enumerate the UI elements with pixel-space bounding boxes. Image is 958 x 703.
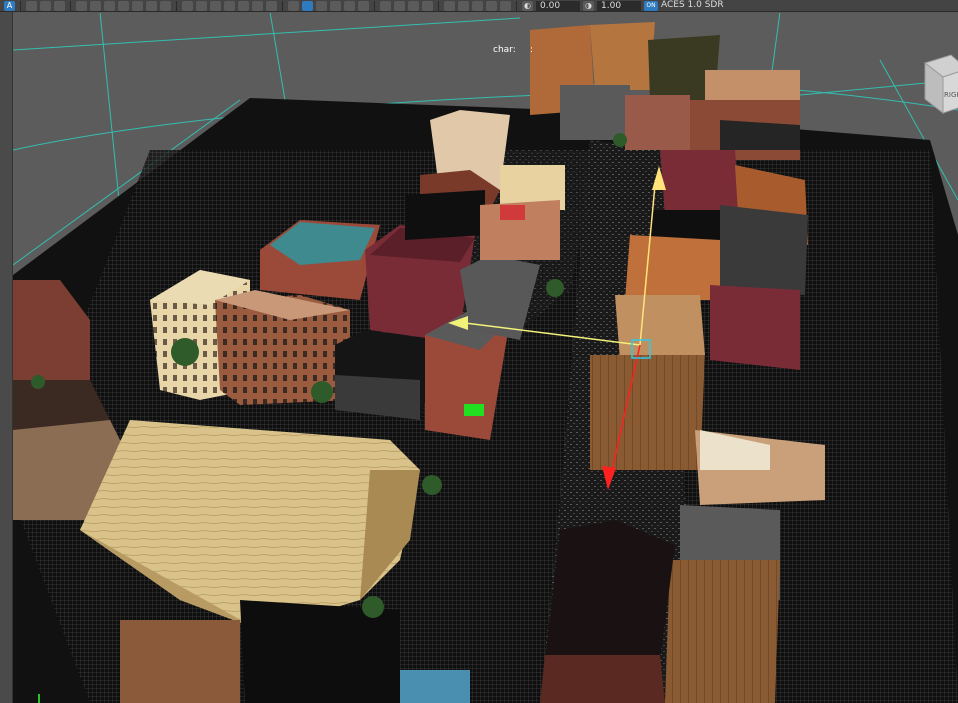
xray-joints-icon[interactable] [472,0,483,11]
pencil-icon[interactable] [160,0,171,11]
grid-icon[interactable] [182,0,193,11]
toolbar-divider [374,0,375,11]
shadows-icon[interactable] [358,0,369,11]
textured-icon[interactable] [330,0,341,11]
viewcube-face-label: RIGHT [944,91,958,99]
camera-icon[interactable] [54,0,65,11]
color-management-toggle[interactable]: ON [644,0,658,11]
toolbar-divider [516,0,517,11]
gamma-field[interactable]: 1.00 [597,0,641,11]
viewcube[interactable]: RIGHT [913,53,958,117]
gamma-icon[interactable]: ◑ [583,0,594,11]
xray-icon[interactable] [458,0,469,11]
scene-render [13,13,958,703]
gate-mask-icon[interactable] [224,0,235,11]
backface-icon[interactable] [500,0,511,11]
default-material-icon[interactable] [316,0,327,11]
safe-action-icon[interactable] [252,0,263,11]
hud-label: char: [493,45,516,55]
toolbar-divider [282,0,283,11]
ambient-occlusion-icon[interactable] [380,0,391,11]
view-transform-label[interactable]: ACES 1.0 SDR [661,0,724,11]
book-icon[interactable] [118,0,129,11]
depth-of-field-icon[interactable] [422,0,433,11]
axis-indicator [38,694,40,703]
hud-value: : [530,45,534,55]
viewport-toolbar: A ◐ 0.00 ◑ 1.00 ON ACES 1.0 SDR [0,0,958,12]
image-icon[interactable] [90,0,101,11]
exposure-field[interactable]: 0.00 [536,0,580,11]
left-panel-edge [0,12,13,703]
toolbar-divider [20,0,21,11]
3d-viewport[interactable]: char: : RIGHT [13,13,958,703]
motion-blur-icon[interactable] [394,0,405,11]
field-chart-icon[interactable] [238,0,249,11]
isolate-icon[interactable] [444,0,455,11]
lasso-icon[interactable] [26,0,37,11]
select-tool-icon[interactable]: A [4,0,15,11]
wireframe-icon[interactable] [288,0,299,11]
toolbar-divider [438,0,439,11]
safe-title-icon[interactable] [266,0,277,11]
exposure-icon[interactable]: ◐ [522,0,533,11]
toolbar-divider [70,0,71,11]
xray-active-icon[interactable] [486,0,497,11]
smooth-shade-icon[interactable] [302,0,313,11]
anti-alias-icon[interactable] [408,0,419,11]
selected-face-marker [464,404,484,416]
camera-attr-icon[interactable] [146,0,157,11]
toolbar-divider [176,0,177,11]
paint-icon[interactable] [40,0,51,11]
bookmark-icon[interactable] [104,0,115,11]
resolution-gate-icon[interactable] [210,0,221,11]
film-gate-icon[interactable] [196,0,207,11]
film-icon[interactable] [76,0,87,11]
lighting-icon[interactable] [344,0,355,11]
pen-icon[interactable] [132,0,143,11]
